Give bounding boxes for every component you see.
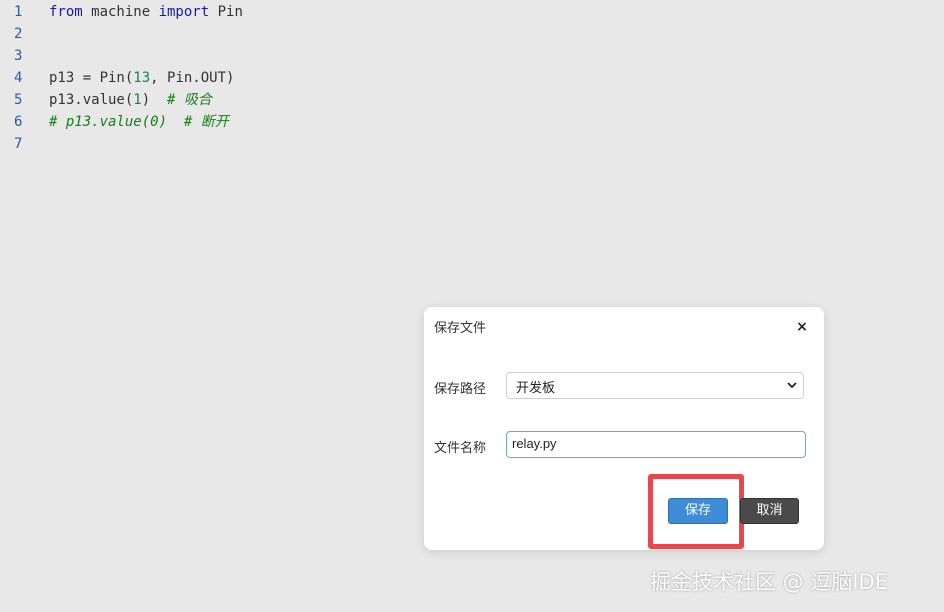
code-text: # p13.value(0) # 断开 — [49, 111, 229, 133]
line-number: 3 — [14, 48, 23, 64]
code-token: # p13.value(0) # 断开 — [49, 114, 229, 130]
code-text: from machine import Pin — [49, 1, 243, 23]
code-line[interactable]: 4 p13 = Pin(13, Pin.OUT) — [0, 67, 944, 89]
save-path-label: 保存路径 — [434, 382, 487, 397]
dialog-title: 保存文件 — [434, 321, 487, 336]
code-token: import — [158, 4, 210, 20]
code-line[interactable]: 2 — [0, 23, 944, 45]
code-token: 1 — [133, 92, 142, 108]
code-line[interactable]: 3 — [0, 45, 944, 67]
code-token: , Pin.OUT) — [150, 70, 235, 86]
line-number: 7 — [14, 136, 23, 152]
save-path-value: 开发板 — [516, 381, 556, 396]
line-number: 6 — [14, 114, 23, 130]
code-token: p13.value( — [49, 92, 134, 108]
save-path-select[interactable]: 开发板 — [506, 372, 804, 399]
line-number: 1 — [14, 4, 23, 20]
close-icon[interactable]: × — [794, 319, 810, 335]
code-token: Pin — [209, 4, 243, 20]
line-number: 4 — [14, 70, 23, 86]
code-token: # 吸合 — [167, 92, 212, 108]
code-token: ) — [141, 92, 168, 108]
code-token: machine — [82, 4, 159, 20]
code-text: p13 = Pin(13, Pin.OUT) — [49, 67, 234, 89]
code-line[interactable]: 6 # p13.value(0) # 断开 — [0, 111, 944, 133]
code-token: from — [49, 4, 83, 20]
file-name-value: relay.py — [512, 436, 557, 451]
code-token: p13 = Pin( — [49, 70, 134, 86]
line-number: 5 — [14, 92, 23, 108]
line-number: 2 — [14, 26, 23, 42]
chevron-down-icon — [787, 382, 797, 389]
code-line[interactable]: 5 p13.value(1) # 吸合 — [0, 89, 944, 111]
code-text: p13.value(1) # 吸合 — [49, 89, 212, 111]
file-name-label: 文件名称 — [434, 441, 487, 456]
watermark: 掘金技术社区 @ 逗脑IDE — [650, 570, 888, 594]
cancel-button[interactable]: 取消 — [740, 498, 799, 524]
save-button[interactable]: 保存 — [668, 498, 728, 524]
code-token: 13 — [133, 70, 151, 86]
code-line[interactable]: 7 — [0, 133, 944, 155]
code-line[interactable]: 1 from machine import Pin — [0, 1, 944, 23]
file-name-input[interactable]: relay.py — [506, 431, 806, 458]
